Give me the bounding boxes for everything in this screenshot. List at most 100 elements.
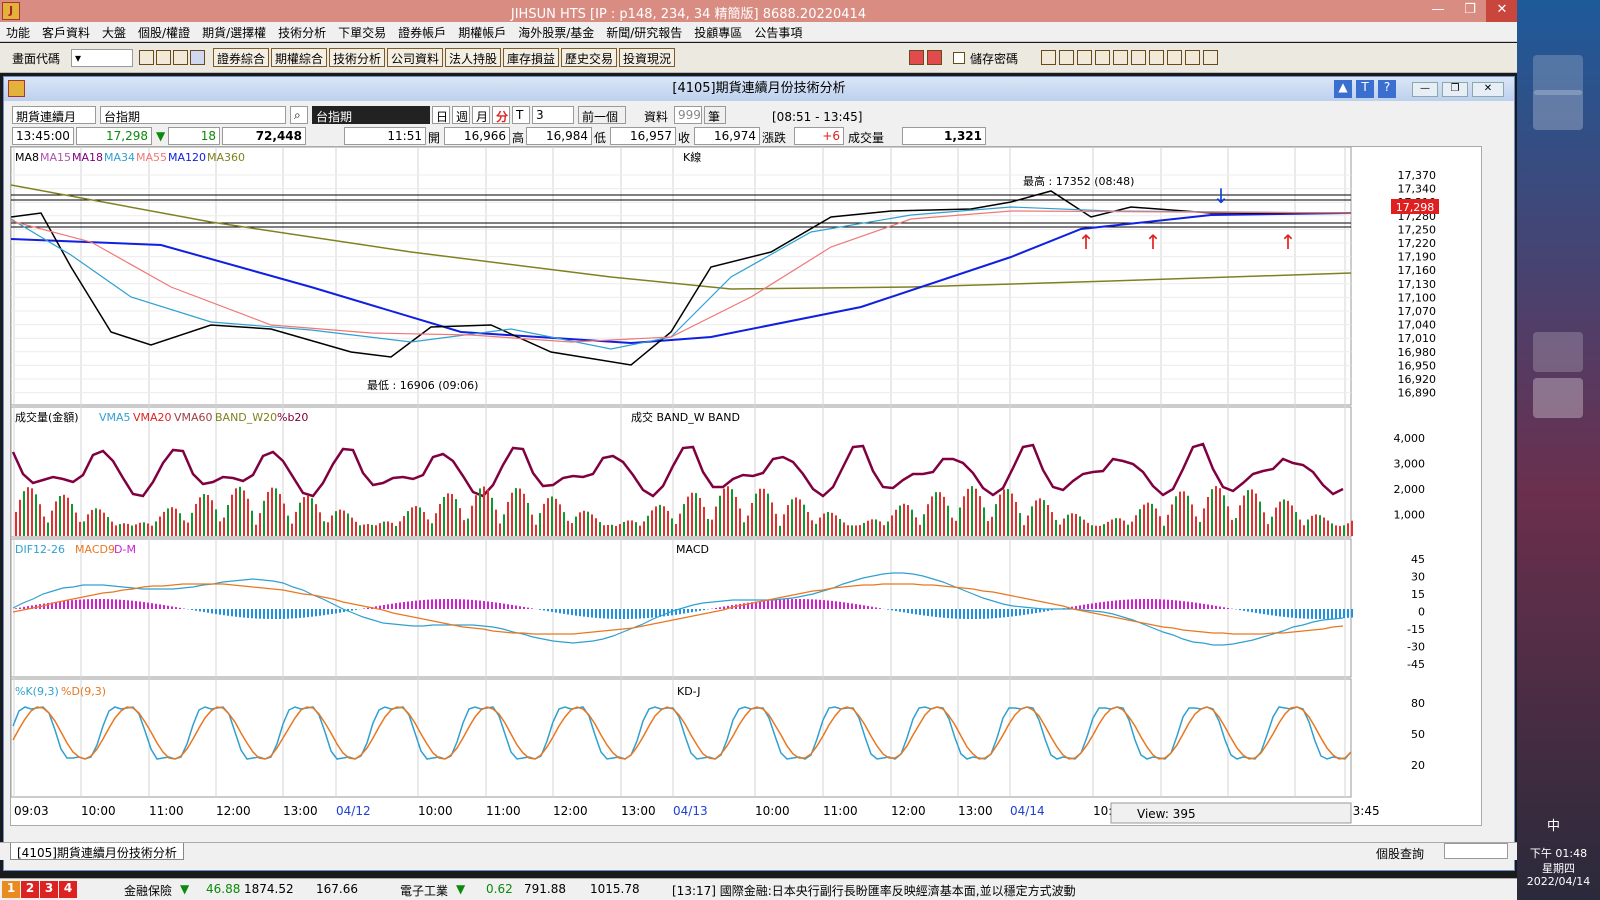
ticker-tab[interactable]: 1 [2, 881, 20, 898]
menu-item[interactable]: 證券帳戶 [392, 22, 452, 43]
tool-icon[interactable] [1095, 50, 1110, 65]
search-icon[interactable]: ⌕ [290, 106, 308, 124]
ticker-tab[interactable]: 3 [40, 881, 58, 898]
window-switch-icon[interactable] [1533, 55, 1583, 95]
child-close-button[interactable]: ✕ [1472, 82, 1504, 97]
spreadsheet-icon[interactable] [1533, 185, 1583, 225]
chg-label: 漲跌 [762, 131, 787, 145]
period-minute[interactable]: 分 [492, 106, 510, 124]
menu-item[interactable]: 海外股票/基金 [512, 22, 600, 43]
menu-item[interactable]: 期權帳戶 [452, 22, 512, 43]
chrome-icon[interactable] [1533, 138, 1583, 178]
ime-indicator[interactable]: 中 [1547, 815, 1560, 834]
symbol-input[interactable]: 台指期 [100, 106, 286, 124]
menu-item[interactable]: 投顧專區 [688, 22, 748, 43]
volume-bar [343, 510, 345, 536]
help-icon[interactable]: ? [1378, 80, 1396, 98]
volume-bar [987, 521, 989, 536]
ticker-tab[interactable]: 4 [59, 881, 77, 898]
child-restore-button[interactable]: ❐ [1442, 82, 1468, 97]
toolbar-button[interactable]: 技術分析 [329, 48, 386, 67]
print-icon[interactable] [173, 50, 188, 65]
tool-icon[interactable] [1203, 50, 1218, 65]
menu-item[interactable]: 個股/權證 [132, 22, 196, 43]
volume-bar [383, 521, 385, 536]
tool-icon[interactable] [1113, 50, 1128, 65]
menu-item[interactable]: 公告事項 [748, 22, 808, 43]
ie-icon[interactable] [1533, 232, 1583, 272]
tool-icon[interactable] [1059, 50, 1074, 65]
chart-svg[interactable]: 09:03 10:00 11:00 12:00 13:00 04/12 10:00 11:00… [10, 146, 1483, 827]
toolbar-button[interactable]: 期權綜合 [271, 48, 328, 67]
period-tick[interactable]: T [512, 106, 530, 124]
volume-bar [1207, 496, 1209, 536]
macd-tick-label: -30 [1407, 641, 1425, 654]
tool-icon[interactable] [1131, 50, 1146, 65]
stock-query-input[interactable] [1444, 843, 1508, 859]
maximize-button[interactable]: ❐ [1454, 0, 1486, 22]
prev-button[interactable]: 前一個 [578, 106, 626, 124]
period-month[interactable]: 月 [472, 106, 490, 124]
menu-item[interactable]: 期貨/選擇權 [196, 22, 272, 43]
flag-icon[interactable] [909, 50, 924, 65]
tool-icon[interactable] [1167, 50, 1182, 65]
toolbar-button[interactable]: 公司資料 [387, 48, 444, 67]
toolbar-button[interactable]: 歷史交易 [561, 48, 618, 67]
notes-icon[interactable] [1533, 332, 1583, 372]
macd-histogram-bar [123, 599, 125, 609]
window-icon[interactable] [156, 50, 171, 65]
close-button[interactable]: ✕ [1486, 0, 1518, 22]
data-count-input[interactable]: 999 [674, 106, 702, 124]
menu-item[interactable]: 功能 [0, 22, 36, 43]
toolbar-button[interactable]: 投資現況 [619, 48, 676, 67]
ticker-tab[interactable]: 2 [21, 881, 39, 898]
folder-icon[interactable] [1533, 282, 1583, 322]
interval-select[interactable]: 3 [532, 106, 574, 124]
tool-icon[interactable] [1149, 50, 1164, 65]
tool-icon[interactable] [1185, 50, 1200, 65]
save-password-checkbox[interactable] [953, 52, 965, 64]
menu-item[interactable]: 下單交易 [332, 22, 392, 43]
tool-icon[interactable] [1041, 50, 1056, 65]
ticker-val: 1874.52 [244, 882, 294, 896]
code-select[interactable]: ▾ [71, 49, 133, 67]
clock-weekday: 星期四 [1542, 862, 1575, 875]
menu-item[interactable]: 新聞/研究報告 [600, 22, 688, 43]
volume-bar [559, 504, 561, 536]
ticker-news[interactable]: [13:17] 國際金融:日本央行副行長盼匯率反映經濟基本面,並以穩定方式波動 [672, 882, 1076, 899]
tab-right[interactable]: 個股查詢 [1376, 845, 1424, 862]
toolbar-button[interactable]: 證券綜合 [213, 48, 270, 67]
time-tick-label: 12:00 [891, 804, 926, 818]
menu-item[interactable]: 大盤 [96, 22, 132, 43]
open-value: 16,966 [444, 127, 510, 145]
up-icon[interactable]: ▲ [1334, 80, 1352, 98]
dropdown-icon[interactable] [190, 50, 205, 65]
menu-item[interactable]: 客戶資料 [36, 22, 96, 43]
volume-bar [1191, 504, 1193, 536]
product-select[interactable]: 期貨連續月 [12, 106, 96, 124]
search-icon[interactable] [139, 50, 154, 65]
volume-bar [315, 504, 317, 536]
tab-active[interactable]: [4105]期貨連續月份技術分析 [10, 843, 184, 860]
toolbar-button[interactable]: 庫存損益 [503, 48, 560, 67]
child-minimize-button[interactable]: — [1412, 82, 1438, 97]
macd-histogram-bar [231, 609, 233, 617]
volume-bar [467, 518, 469, 536]
menu-item[interactable]: 技術分析 [272, 22, 332, 43]
period-day[interactable]: 日 [432, 106, 450, 124]
jihsun-icon[interactable] [1533, 378, 1583, 418]
price-tick-label: 16,980 [1398, 346, 1437, 359]
macd-histogram-bar [503, 603, 505, 609]
volume-bar [767, 493, 769, 536]
paint-icon[interactable] [1533, 90, 1583, 130]
toolbar-button[interactable]: 法人持股 [445, 48, 502, 67]
windows-start-icon[interactable] [1533, 8, 1583, 48]
flag-icon[interactable] [927, 50, 942, 65]
minimize-button[interactable]: — [1422, 0, 1454, 22]
macd-histogram-bar [1195, 602, 1197, 609]
volume-bar [971, 486, 973, 536]
chart-area[interactable]: 09:03 10:00 11:00 12:00 13:00 04/12 10:00 11:00… [10, 146, 1482, 826]
text-icon[interactable]: T [1356, 80, 1374, 98]
tool-icon[interactable] [1077, 50, 1092, 65]
period-week[interactable]: 週 [452, 106, 470, 124]
